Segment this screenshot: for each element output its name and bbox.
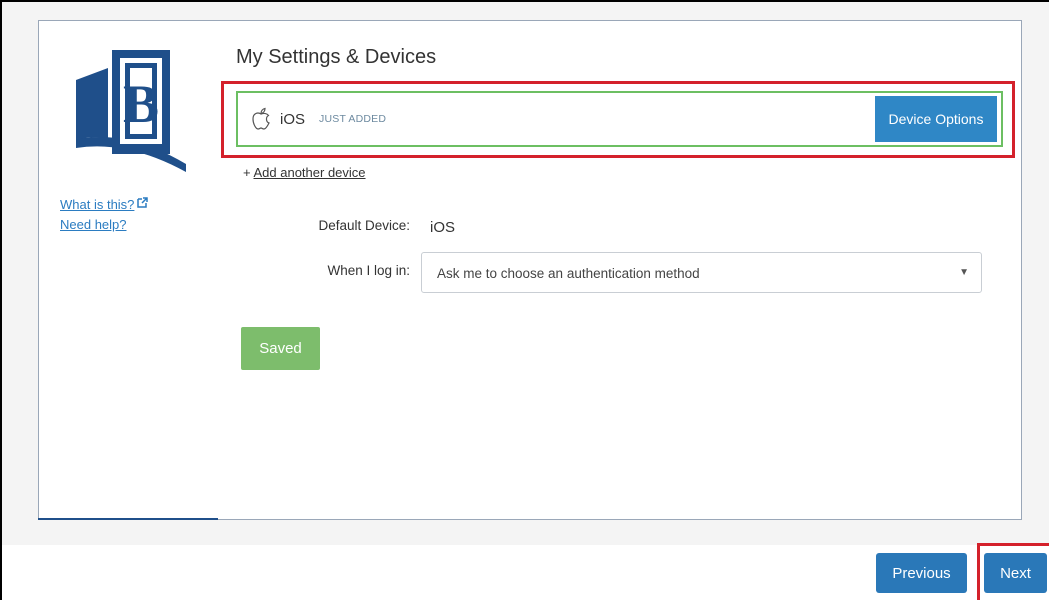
device-row: iOS JUST ADDED Device Options <box>236 91 1003 147</box>
device-name: iOS <box>280 110 306 128</box>
what-is-this-link[interactable]: What is this? <box>60 197 149 212</box>
add-device: + Add another device <box>243 165 366 180</box>
external-link-icon <box>137 197 149 208</box>
login-action-selected: Ask me to choose an authentication metho… <box>437 266 700 281</box>
saved-button[interactable]: Saved <box>241 327 320 370</box>
chevron-down-icon: ▼ <box>959 267 969 278</box>
university-book-logo: B <box>76 50 186 172</box>
login-action-select[interactable]: Ask me to choose an authentication metho… <box>421 252 982 293</box>
add-device-prefix: + <box>243 165 254 180</box>
default-device-value: iOS <box>430 219 456 236</box>
previous-button[interactable]: Previous <box>876 553 967 593</box>
apple-icon <box>252 107 270 130</box>
panel-accent-line <box>38 518 218 520</box>
svg-text:B: B <box>123 74 159 134</box>
page-title: My Settings & Devices <box>236 46 437 68</box>
login-action-label: When I log in: <box>327 263 410 278</box>
device-options-button[interactable]: Device Options <box>875 96 997 142</box>
add-another-device-link[interactable]: Add another device <box>254 165 366 180</box>
need-help-link[interactable]: Need help? <box>60 217 127 232</box>
default-device-label: Default Device: <box>318 218 410 233</box>
next-button[interactable]: Next <box>984 553 1047 593</box>
just-added-badge: JUST ADDED <box>319 113 387 125</box>
